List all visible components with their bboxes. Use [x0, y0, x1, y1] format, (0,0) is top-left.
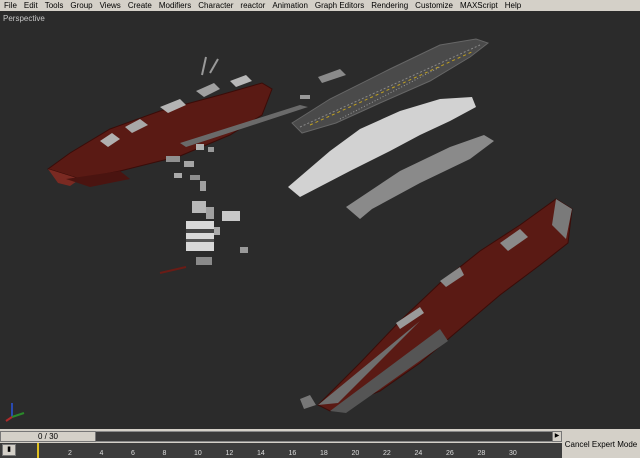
track-tick-label: 8: [162, 450, 167, 457]
track-tick-label: 10: [194, 450, 202, 457]
time-slider-next-arrow[interactable]: ▶: [552, 431, 562, 442]
menu-item-modifiers[interactable]: Modifiers: [155, 0, 194, 11]
cancel-expert-mode-button[interactable]: Cancel Expert Mode: [562, 431, 640, 457]
cancel-expert-mode-label: Cancel Expert Mode: [564, 439, 638, 449]
track-tick-label: 14: [257, 450, 265, 457]
menu-item-maxscript[interactable]: MAXScript: [456, 0, 501, 11]
perspective-viewport[interactable]: Perspective: [0, 11, 640, 429]
menu-item-character[interactable]: Character: [194, 0, 236, 11]
track-tick-label: 12: [225, 450, 234, 457]
time-slider-thumb[interactable]: 0 / 30: [0, 431, 96, 442]
track-tick-label: 6: [131, 450, 135, 457]
arrow-right-icon: ▶: [554, 433, 560, 439]
track-bar[interactable]: ▮ 2 4 6 8 10 12 14 16 18 20 22 24 26 28 30: [0, 443, 562, 458]
track-tick-label: 24: [414, 450, 423, 457]
track-tick-label: 4: [99, 450, 104, 457]
hull-model-right[interactable]: [300, 198, 573, 413]
island-superstructure-model[interactable]: [159, 201, 248, 274]
time-slider-bar: 0 / 30 ▶ ▮ 2 4 6 8 10 12 14 16 18 20 22 24 26 28 30: [0, 429, 640, 458]
menu-item-customize[interactable]: Customize: [411, 0, 456, 11]
menu-item-animation[interactable]: Animation: [268, 0, 311, 11]
hull-model-left[interactable]: [46, 56, 273, 187]
menu-item-tools[interactable]: Tools: [41, 0, 67, 11]
menu-item-group[interactable]: Group: [66, 0, 95, 11]
menu-item-rendering[interactable]: Rendering: [367, 0, 411, 11]
track-tick-label: 26: [446, 450, 454, 457]
menu-item-file[interactable]: File: [0, 0, 20, 11]
track-tick-label: 16: [288, 450, 297, 457]
scene-canvas[interactable]: [0, 11, 640, 429]
track-tick-label: 28: [477, 450, 486, 457]
axis-gizmo: [5, 403, 25, 422]
menu-item-graph-editors[interactable]: Graph Editors: [311, 0, 367, 11]
menu-item-help[interactable]: Help: [501, 0, 524, 11]
menu-item-reactor[interactable]: reactor: [236, 0, 268, 11]
track-tick-label: 20: [351, 450, 360, 457]
menu-item-create[interactable]: Create: [124, 0, 155, 11]
menu-bar: File Edit Tools Group Views Create Modifiers Ch…: [0, 0, 640, 11]
menu-item-views[interactable]: Views: [96, 0, 124, 11]
track-tick-label: 2: [68, 450, 72, 457]
menu-item-edit[interactable]: Edit: [20, 0, 41, 11]
track-tick-label: 22: [383, 450, 391, 457]
track-tick-label: 30: [509, 450, 517, 457]
viewport-label[interactable]: Perspective: [3, 14, 45, 23]
track-tick-label: 18: [320, 450, 328, 457]
frame-readout: 0 / 30: [37, 432, 58, 441]
